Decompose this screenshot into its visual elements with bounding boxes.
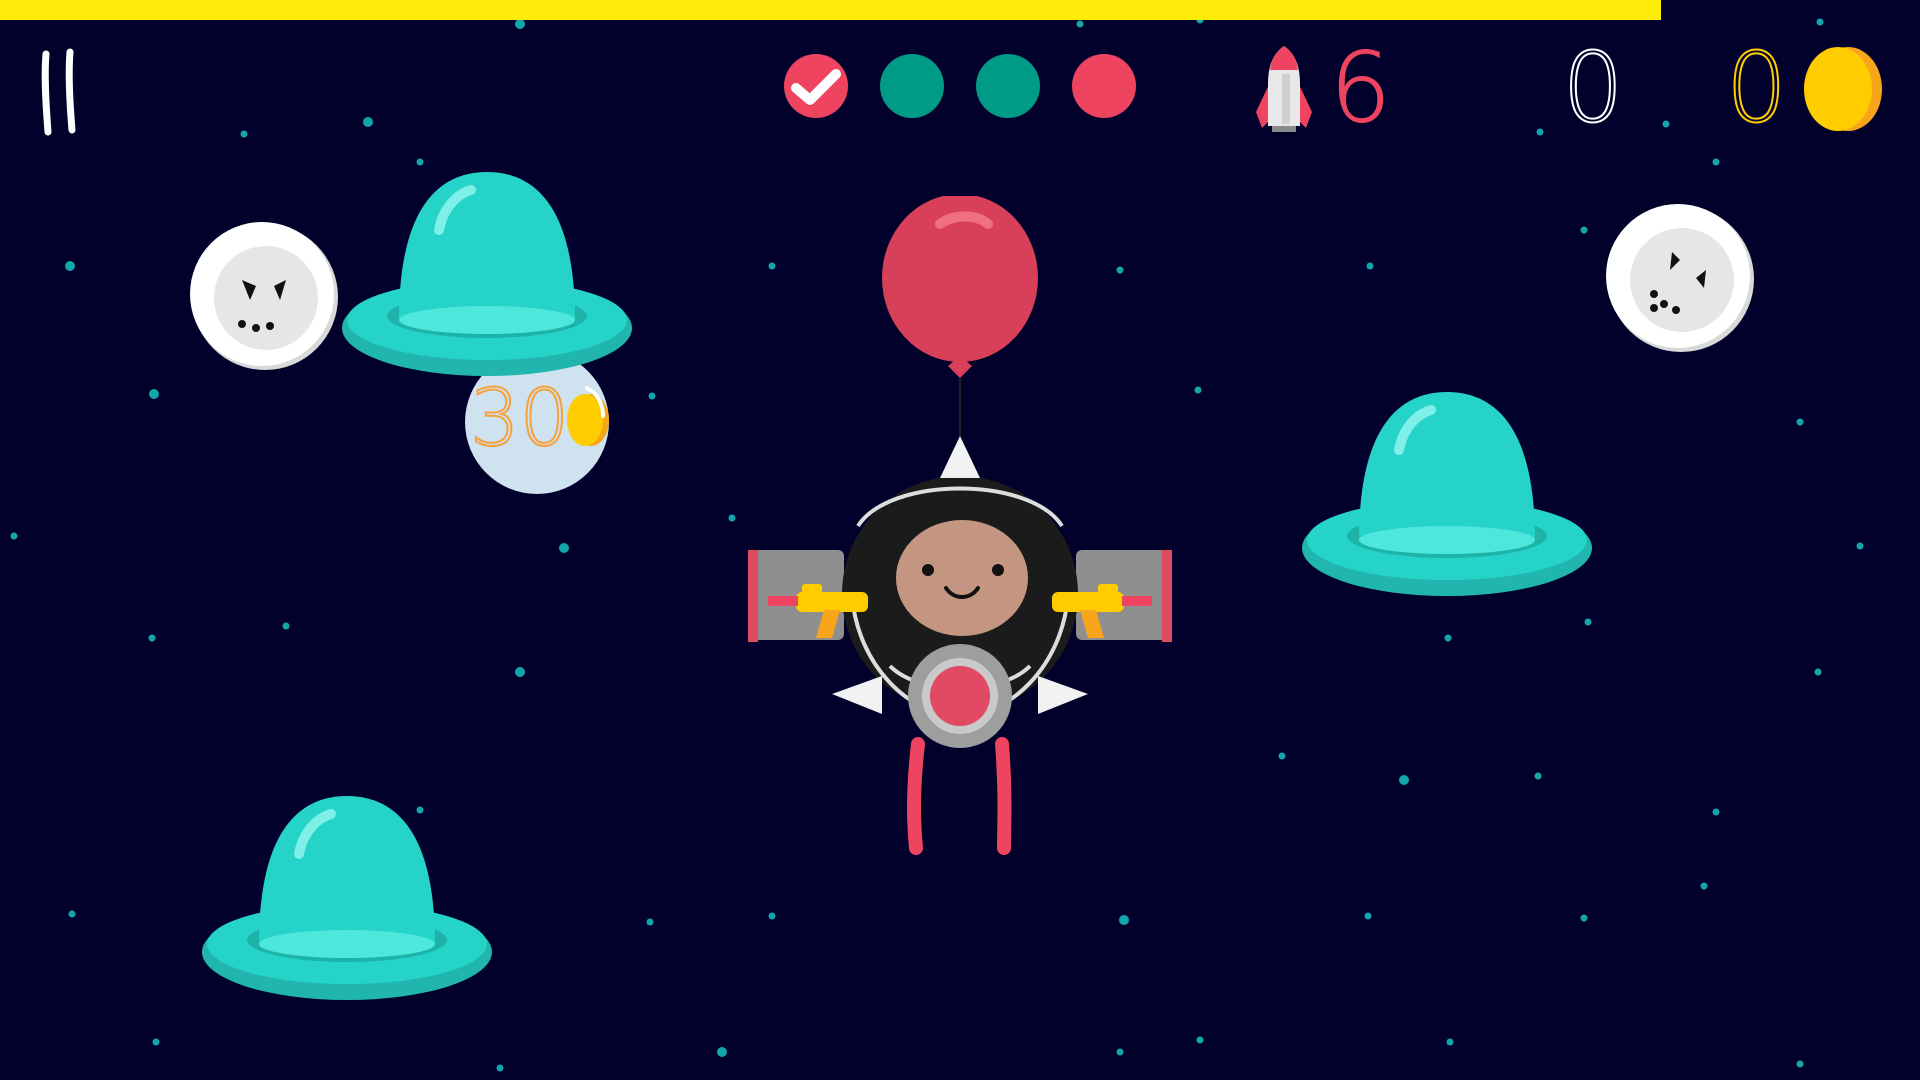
star	[1366, 262, 1374, 270]
star	[1076, 20, 1084, 28]
life-dot	[880, 54, 944, 118]
star	[282, 622, 290, 630]
level-progress-bar	[0, 0, 1920, 20]
pause-icon	[41, 48, 76, 136]
star	[768, 912, 776, 920]
star	[1712, 158, 1720, 166]
life-dot-completed	[784, 54, 848, 118]
star	[1364, 912, 1372, 920]
rocket-icon	[1256, 46, 1312, 132]
moon-enemy[interactable]	[190, 222, 340, 372]
star	[1580, 226, 1588, 234]
star	[68, 910, 76, 918]
score-counter: 0	[1561, 32, 1624, 144]
star	[1856, 542, 1864, 550]
star	[728, 514, 736, 522]
player-astronaut[interactable]	[740, 196, 1180, 856]
pause-button[interactable]	[36, 46, 86, 140]
star	[65, 261, 75, 271]
star	[1444, 634, 1452, 642]
star	[717, 1047, 727, 1057]
star	[1662, 120, 1670, 128]
star	[1119, 915, 1129, 925]
star	[1534, 772, 1542, 780]
game-stage[interactable]: 6 0 0 30	[0, 0, 1920, 1080]
star	[240, 130, 248, 138]
life-dot	[1072, 54, 1136, 118]
ufo-enemy[interactable]	[1297, 390, 1597, 610]
star	[363, 117, 373, 127]
moon-enemy[interactable]	[1606, 204, 1756, 354]
star	[10, 532, 18, 540]
ufo-enemy[interactable]	[337, 170, 637, 390]
bubble-reward-value: 30	[469, 374, 570, 464]
star	[1796, 418, 1804, 426]
star	[1536, 128, 1544, 136]
rockets-remaining: 6	[1329, 32, 1392, 144]
star	[1399, 775, 1409, 785]
star	[1584, 618, 1592, 626]
star	[515, 667, 525, 677]
star	[559, 543, 569, 553]
ufo-enemy[interactable]	[197, 794, 497, 1014]
coin-icon	[1804, 47, 1882, 131]
star	[148, 634, 156, 642]
star	[152, 1038, 160, 1046]
star	[1796, 1060, 1804, 1068]
check-icon	[791, 69, 841, 105]
star	[1194, 386, 1202, 394]
star	[1814, 668, 1822, 676]
star	[149, 389, 159, 399]
star	[515, 19, 525, 29]
star	[416, 158, 424, 166]
star	[1446, 1038, 1454, 1046]
level-progress-fill	[0, 0, 1661, 20]
star	[648, 392, 656, 400]
coin-counter: 0	[1725, 32, 1788, 144]
star	[1278, 752, 1286, 760]
star	[646, 918, 654, 926]
star	[1116, 1048, 1124, 1056]
star	[1712, 808, 1720, 816]
red-balloon	[882, 196, 1038, 436]
star	[496, 1064, 504, 1072]
star	[1196, 1036, 1204, 1044]
life-dot	[976, 54, 1040, 118]
star	[1700, 882, 1708, 890]
star	[1580, 914, 1588, 922]
